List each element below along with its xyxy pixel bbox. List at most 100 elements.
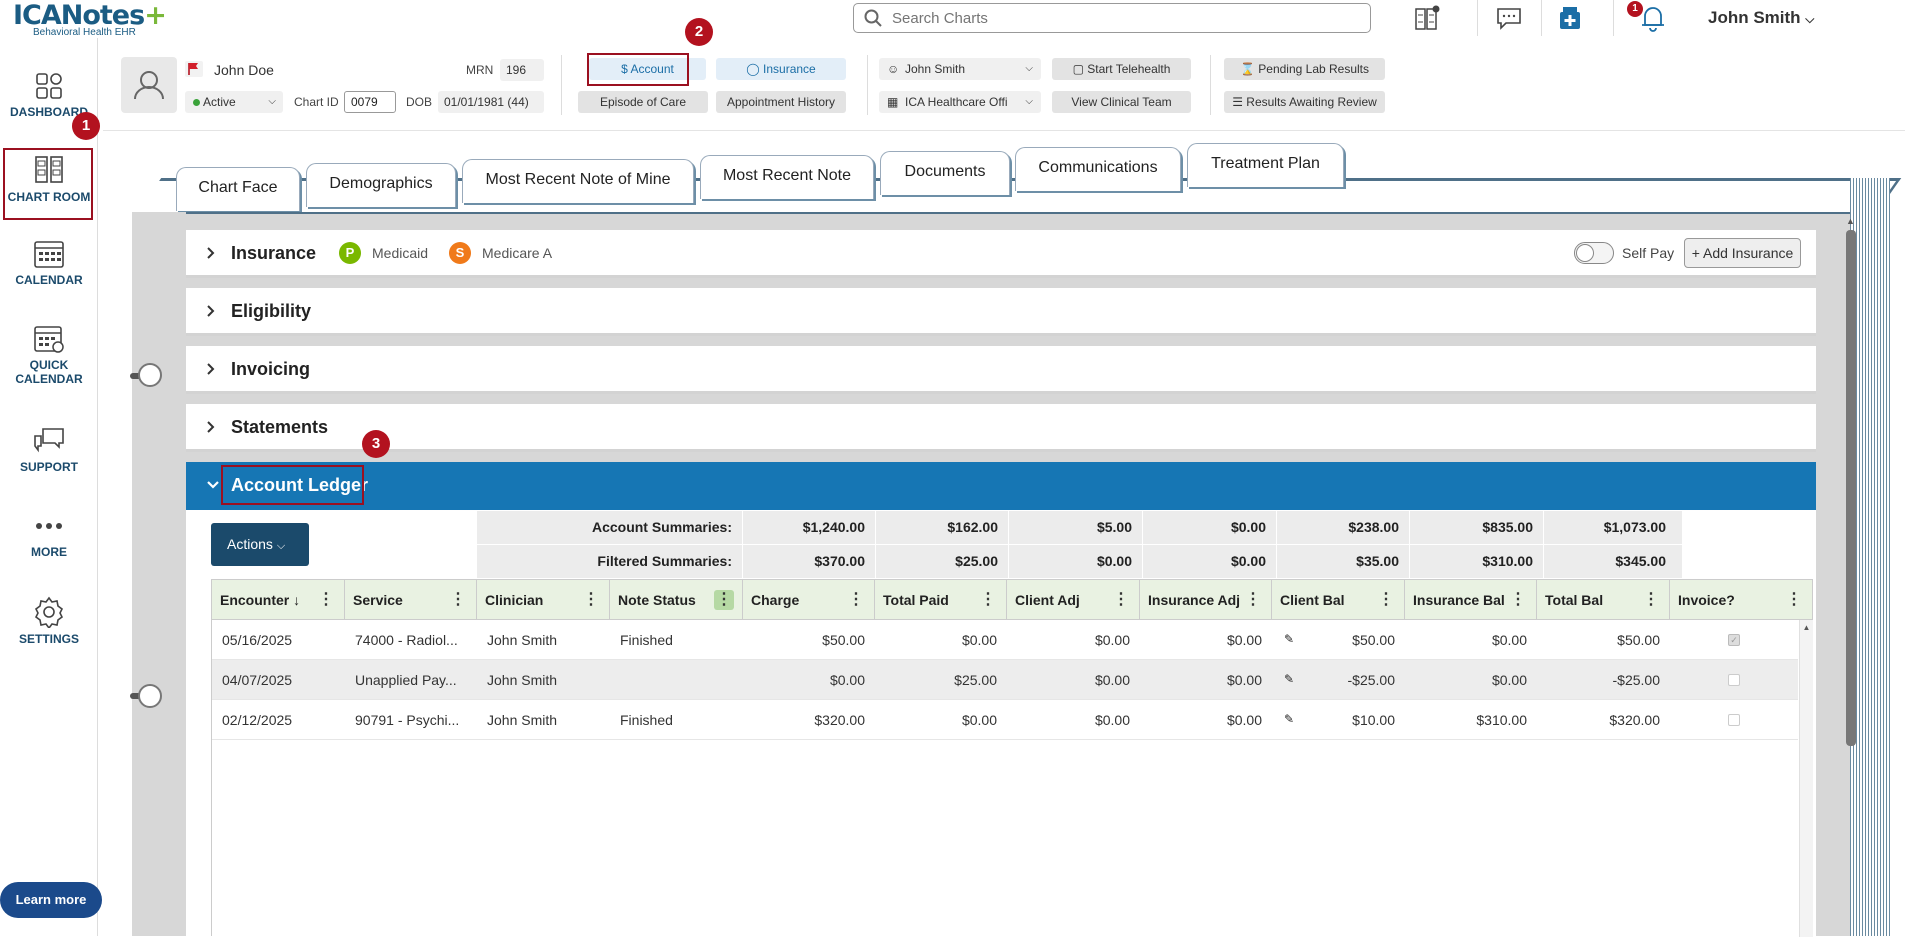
actions-button[interactable]: Actions ⌵ bbox=[211, 523, 309, 566]
messages-icon[interactable] bbox=[1492, 2, 1526, 34]
cell-insurance-bal: $0.00 bbox=[1491, 632, 1527, 648]
column-header-insurance-adj[interactable]: Insurance Adj ⋮ bbox=[1140, 580, 1272, 620]
tab-chart-face[interactable]: Chart Face bbox=[176, 167, 300, 211]
cell-clinician: John Smith bbox=[487, 712, 558, 728]
binder-ring bbox=[138, 684, 162, 708]
results-review-label: Results Awaiting Review bbox=[1246, 95, 1377, 109]
summary-cell: $35.00 bbox=[1276, 545, 1409, 578]
search-input[interactable] bbox=[892, 8, 1352, 28]
insurance-section[interactable]: Insurance P Medicaid S Medicare A Self P… bbox=[186, 230, 1816, 278]
appointment-history-button[interactable]: Appointment History bbox=[716, 91, 846, 113]
invoice-checkbox[interactable] bbox=[1728, 674, 1740, 686]
column-menu-icon[interactable]: ⋮ bbox=[714, 590, 734, 610]
statements-section[interactable]: Statements bbox=[186, 404, 1816, 452]
column-header-label: Client Bal bbox=[1280, 592, 1345, 608]
sidebar-item-calendar[interactable]: CALENDAR bbox=[0, 239, 98, 287]
column-menu-icon[interactable]: ⋮ bbox=[1111, 590, 1131, 610]
column-menu-icon[interactable]: ⋮ bbox=[316, 590, 336, 610]
table-scrollbar[interactable]: ▲ bbox=[1799, 620, 1813, 937]
column-menu-icon[interactable]: ⋮ bbox=[1243, 590, 1263, 610]
status-select[interactable]: Active ⌵ bbox=[185, 91, 283, 113]
chart-room-add-icon[interactable] bbox=[1410, 2, 1444, 34]
cell-clinician: John Smith bbox=[487, 632, 558, 648]
column-menu-icon[interactable]: ⋮ bbox=[1508, 590, 1528, 610]
column-menu-icon[interactable]: ⋮ bbox=[978, 590, 998, 610]
actions-label: Actions bbox=[227, 536, 273, 552]
column-header-insurance-bal[interactable]: Insurance Bal ⋮ bbox=[1405, 580, 1537, 620]
table-row[interactable]: 05/16/2025 74000 - Radiol... John Smith … bbox=[212, 620, 1798, 660]
more-icon bbox=[0, 511, 98, 541]
start-telehealth-button[interactable]: ▢ Start Telehealth bbox=[1052, 58, 1191, 80]
view-clinical-team-button[interactable]: View Clinical Team bbox=[1052, 91, 1191, 113]
divider bbox=[867, 55, 868, 115]
sidebar-item-label: QUICK bbox=[29, 358, 69, 372]
dob-label: DOB bbox=[406, 95, 433, 109]
sidebar-item-settings[interactable]: SETTINGS bbox=[0, 596, 98, 646]
search-charts[interactable] bbox=[853, 3, 1371, 33]
learn-more-button[interactable]: Learn more bbox=[0, 882, 102, 918]
summary-cell: $238.00 bbox=[1276, 511, 1409, 544]
search-icon bbox=[864, 9, 882, 32]
results-awaiting-review-button[interactable]: ☰ Results Awaiting Review bbox=[1224, 91, 1385, 113]
column-header-client-bal[interactable]: Client Bal ⋮ bbox=[1272, 580, 1405, 620]
dob-value: 01/01/1981 (44) bbox=[438, 91, 544, 113]
sidebar-item-label: CALENDAR bbox=[15, 372, 83, 386]
cell-note-status: Finished bbox=[620, 632, 673, 648]
quick-calendar-icon bbox=[0, 324, 98, 354]
sidebar-item-quick-calendar[interactable]: QUICK CALENDAR bbox=[0, 324, 98, 386]
user-menu[interactable]: John Smith ⌵ bbox=[1708, 8, 1814, 28]
tab-most-recent-note[interactable]: Most Recent Note bbox=[700, 155, 874, 199]
patient-header bbox=[103, 38, 1905, 131]
scroll-up-icon[interactable]: ▲ bbox=[1846, 216, 1855, 226]
column-header-client-adj[interactable]: Client Adj ⋮ bbox=[1007, 580, 1140, 620]
column-menu-icon[interactable]: ⋮ bbox=[846, 590, 866, 610]
pending-lab-results-button[interactable]: ⌛ Pending Lab Results bbox=[1224, 58, 1385, 80]
notification-badge: 1 bbox=[1627, 1, 1643, 17]
sidebar-item-support[interactable]: SUPPORT bbox=[0, 426, 98, 474]
eligibility-section[interactable]: Eligibility bbox=[186, 288, 1816, 336]
clinician-select[interactable]: ☺ John Smith ⌵ bbox=[879, 58, 1041, 80]
account-ledger-section[interactable]: Account Ledger bbox=[186, 462, 1816, 510]
column-header-service[interactable]: Service ⋮ bbox=[345, 580, 477, 620]
insurance-button[interactable]: ◯ Insurance bbox=[716, 58, 846, 80]
column-header-clinician[interactable]: Clinician ⋮ bbox=[477, 580, 610, 620]
vertical-scrollbar[interactable] bbox=[1846, 230, 1856, 746]
invoice-checkbox-checked[interactable]: ✓ bbox=[1728, 634, 1740, 646]
office-select[interactable]: ▦ ICA Healthcare Offi ⌵ bbox=[879, 91, 1041, 113]
table-row[interactable]: 04/07/2025 Unapplied Pay... John Smith $… bbox=[212, 660, 1798, 700]
flag-icon[interactable] bbox=[185, 61, 203, 82]
column-menu-icon[interactable]: ⋮ bbox=[581, 590, 601, 610]
table-row[interactable]: 02/12/2025 90791 - Psychi... John Smith … bbox=[212, 700, 1798, 740]
scroll-up-icon[interactable]: ▲ bbox=[1800, 623, 1813, 632]
user-name: John Smith bbox=[1708, 8, 1801, 27]
cell-total-paid: $0.00 bbox=[961, 632, 997, 648]
episode-of-care-button[interactable]: Episode of Care bbox=[578, 91, 708, 113]
tab-demographics[interactable]: Demographics bbox=[306, 163, 456, 207]
column-menu-icon[interactable]: ⋮ bbox=[1376, 590, 1396, 610]
tab-treatment-plan[interactable]: Treatment Plan bbox=[1187, 143, 1344, 187]
primary-insurance-name: Medicaid bbox=[372, 245, 429, 261]
column-header-note-status[interactable]: Note Status ⋮ bbox=[610, 580, 743, 620]
column-header-total-paid[interactable]: Total Paid ⋮ bbox=[875, 580, 1007, 620]
invoice-checkbox[interactable] bbox=[1728, 714, 1740, 726]
column-header-total-bal[interactable]: Total Bal ⋮ bbox=[1537, 580, 1670, 620]
add-insurance-button[interactable]: + Add Insurance bbox=[1684, 238, 1801, 268]
mrn-value: 196 bbox=[500, 59, 544, 81]
sidebar-item-more[interactable]: MORE bbox=[0, 511, 98, 559]
status-dot bbox=[193, 99, 200, 106]
hourglass-icon: ⌛ bbox=[1239, 62, 1255, 76]
prescription-icon[interactable] bbox=[1553, 2, 1587, 34]
column-header-encounter[interactable]: Encounter ↓ ⋮ bbox=[212, 580, 345, 620]
column-header-charge[interactable]: Charge ⋮ bbox=[743, 580, 875, 620]
invoicing-section[interactable]: Invoicing bbox=[186, 346, 1816, 394]
column-menu-icon[interactable]: ⋮ bbox=[1641, 590, 1661, 610]
self-pay-toggle[interactable] bbox=[1574, 242, 1614, 264]
column-menu-icon[interactable]: ⋮ bbox=[448, 590, 468, 610]
tab-most-recent-note-of-mine[interactable]: Most Recent Note of Mine bbox=[462, 159, 694, 203]
tab-documents[interactable]: Documents bbox=[880, 151, 1010, 195]
column-menu-icon[interactable]: ⋮ bbox=[1784, 590, 1804, 610]
support-icon bbox=[0, 426, 98, 456]
column-header-invoice[interactable]: Invoice? ⋮ bbox=[1670, 580, 1812, 620]
tab-communications[interactable]: Communications bbox=[1015, 147, 1181, 191]
chart-id-field[interactable]: 0079 bbox=[344, 91, 396, 113]
